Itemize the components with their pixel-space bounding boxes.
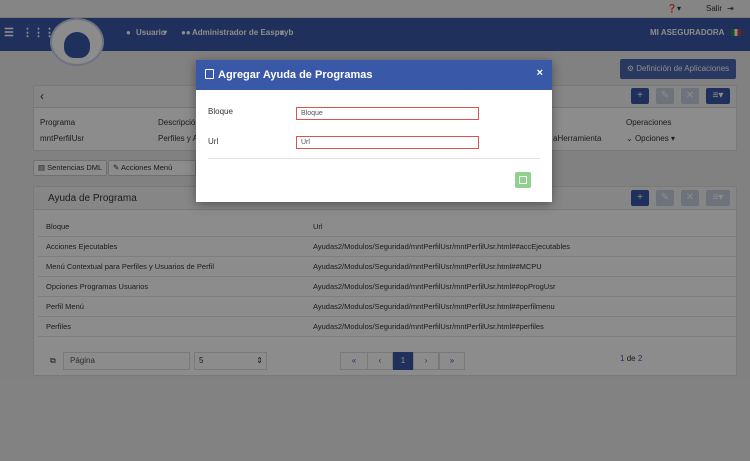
save-icon [519,176,527,184]
url-label: Url [208,137,219,146]
agregar-ayuda-modal: Agregar Ayuda de Programas × Bloque Bloq… [196,60,552,202]
close-icon[interactable]: × [537,67,543,79]
copy-icon [205,69,214,79]
modal-title: Agregar Ayuda de Programas [218,69,373,81]
modal-divider [208,158,540,159]
bloque-input-value: Bloque [301,110,323,117]
bloque-input[interactable]: Bloque [296,107,479,120]
save-button[interactable] [515,172,531,188]
bloque-label: Bloque [208,107,233,116]
url-input-value: Url [301,139,310,146]
modal-header: Agregar Ayuda de Programas × [196,60,552,90]
url-input[interactable]: Url [296,136,479,149]
